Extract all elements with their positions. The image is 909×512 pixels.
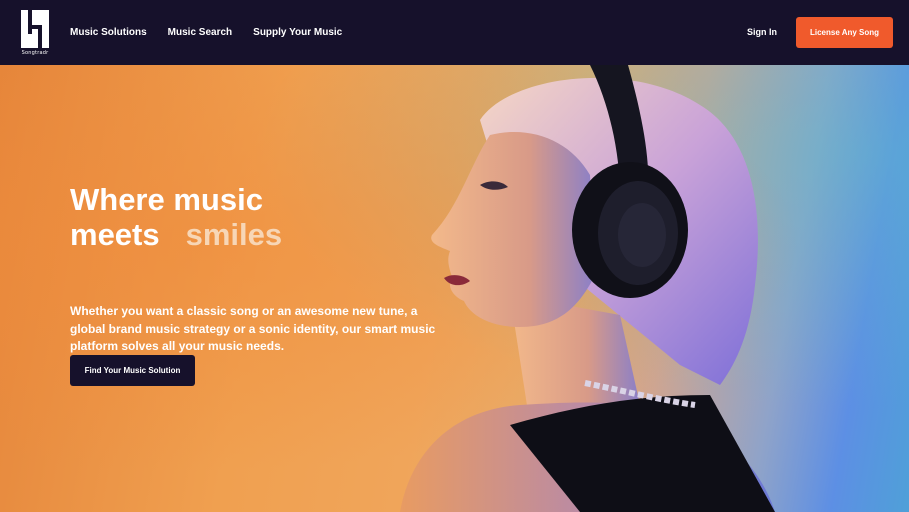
hero-headline: Where music meets smiles bbox=[70, 182, 282, 252]
hero-photo-woman-headphones bbox=[400, 65, 775, 512]
headline-word-smiles: smiles bbox=[185, 217, 283, 252]
nav-link-music-search[interactable]: Music Search bbox=[168, 27, 232, 38]
page: Songtradr Music Solutions Music Search S… bbox=[0, 0, 909, 512]
top-navbar: Songtradr Music Solutions Music Search S… bbox=[0, 0, 909, 65]
headline-line-2: meets smiles bbox=[70, 217, 282, 252]
hero-section: Where music meets smiles Whether you want… bbox=[0, 65, 909, 512]
main-nav: Music Solutions Music Search Supply Your… bbox=[70, 0, 363, 65]
nav-link-supply-your-music[interactable]: Supply Your Music bbox=[253, 27, 342, 38]
logo-wordmark: Songtradr bbox=[21, 50, 49, 56]
logo-mark-icon bbox=[21, 10, 49, 48]
songtradr-logo[interactable]: Songtradr bbox=[21, 10, 49, 58]
headline-word-meets: meets bbox=[70, 217, 160, 252]
license-any-song-button[interactable]: License Any Song bbox=[796, 17, 893, 48]
find-music-solution-button[interactable]: Find Your Music Solution bbox=[70, 355, 195, 386]
hero-description: Whether you want a classic song or an aw… bbox=[70, 304, 436, 353]
headline-line-1: Where music bbox=[70, 182, 263, 217]
nav-link-music-solutions[interactable]: Music Solutions bbox=[70, 27, 147, 38]
sign-in-link[interactable]: Sign In bbox=[747, 27, 777, 37]
